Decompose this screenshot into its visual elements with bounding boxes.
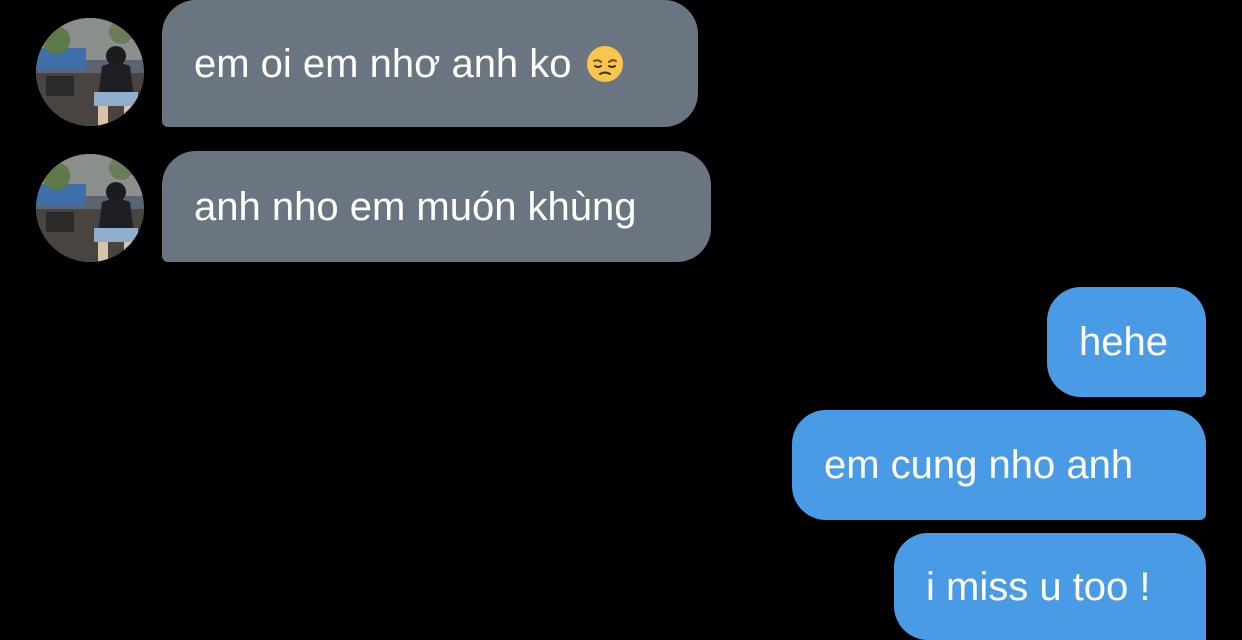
message-text: em oi em nhơ anh ko — [194, 41, 572, 86]
contact-avatar[interactable] — [36, 18, 144, 126]
contact-avatar[interactable] — [36, 154, 144, 262]
message-bubble-incoming[interactable]: em oi em nhơ anh ko — [162, 0, 698, 127]
message-text: em cung nho anh — [824, 443, 1134, 487]
message-bubble-outgoing[interactable]: hehe — [1047, 287, 1206, 397]
message-bubble-outgoing[interactable]: em cung nho anh — [792, 410, 1206, 520]
message-bubble-incoming[interactable]: anh nho em muón khùng — [162, 151, 711, 262]
message-text: i miss u too ! — [926, 564, 1151, 609]
message-text: hehe — [1079, 320, 1168, 364]
message-text: anh nho em muón khùng — [194, 184, 637, 229]
pensive-face-emoji-icon — [586, 45, 624, 83]
message-bubble-outgoing[interactable]: i miss u too ! — [894, 533, 1206, 640]
avatar-photo-icon — [36, 18, 144, 126]
avatar-photo-icon — [36, 154, 144, 262]
chat-thread: em oi em nhơ anh ko anh nho em muón khùn… — [0, 0, 1242, 640]
